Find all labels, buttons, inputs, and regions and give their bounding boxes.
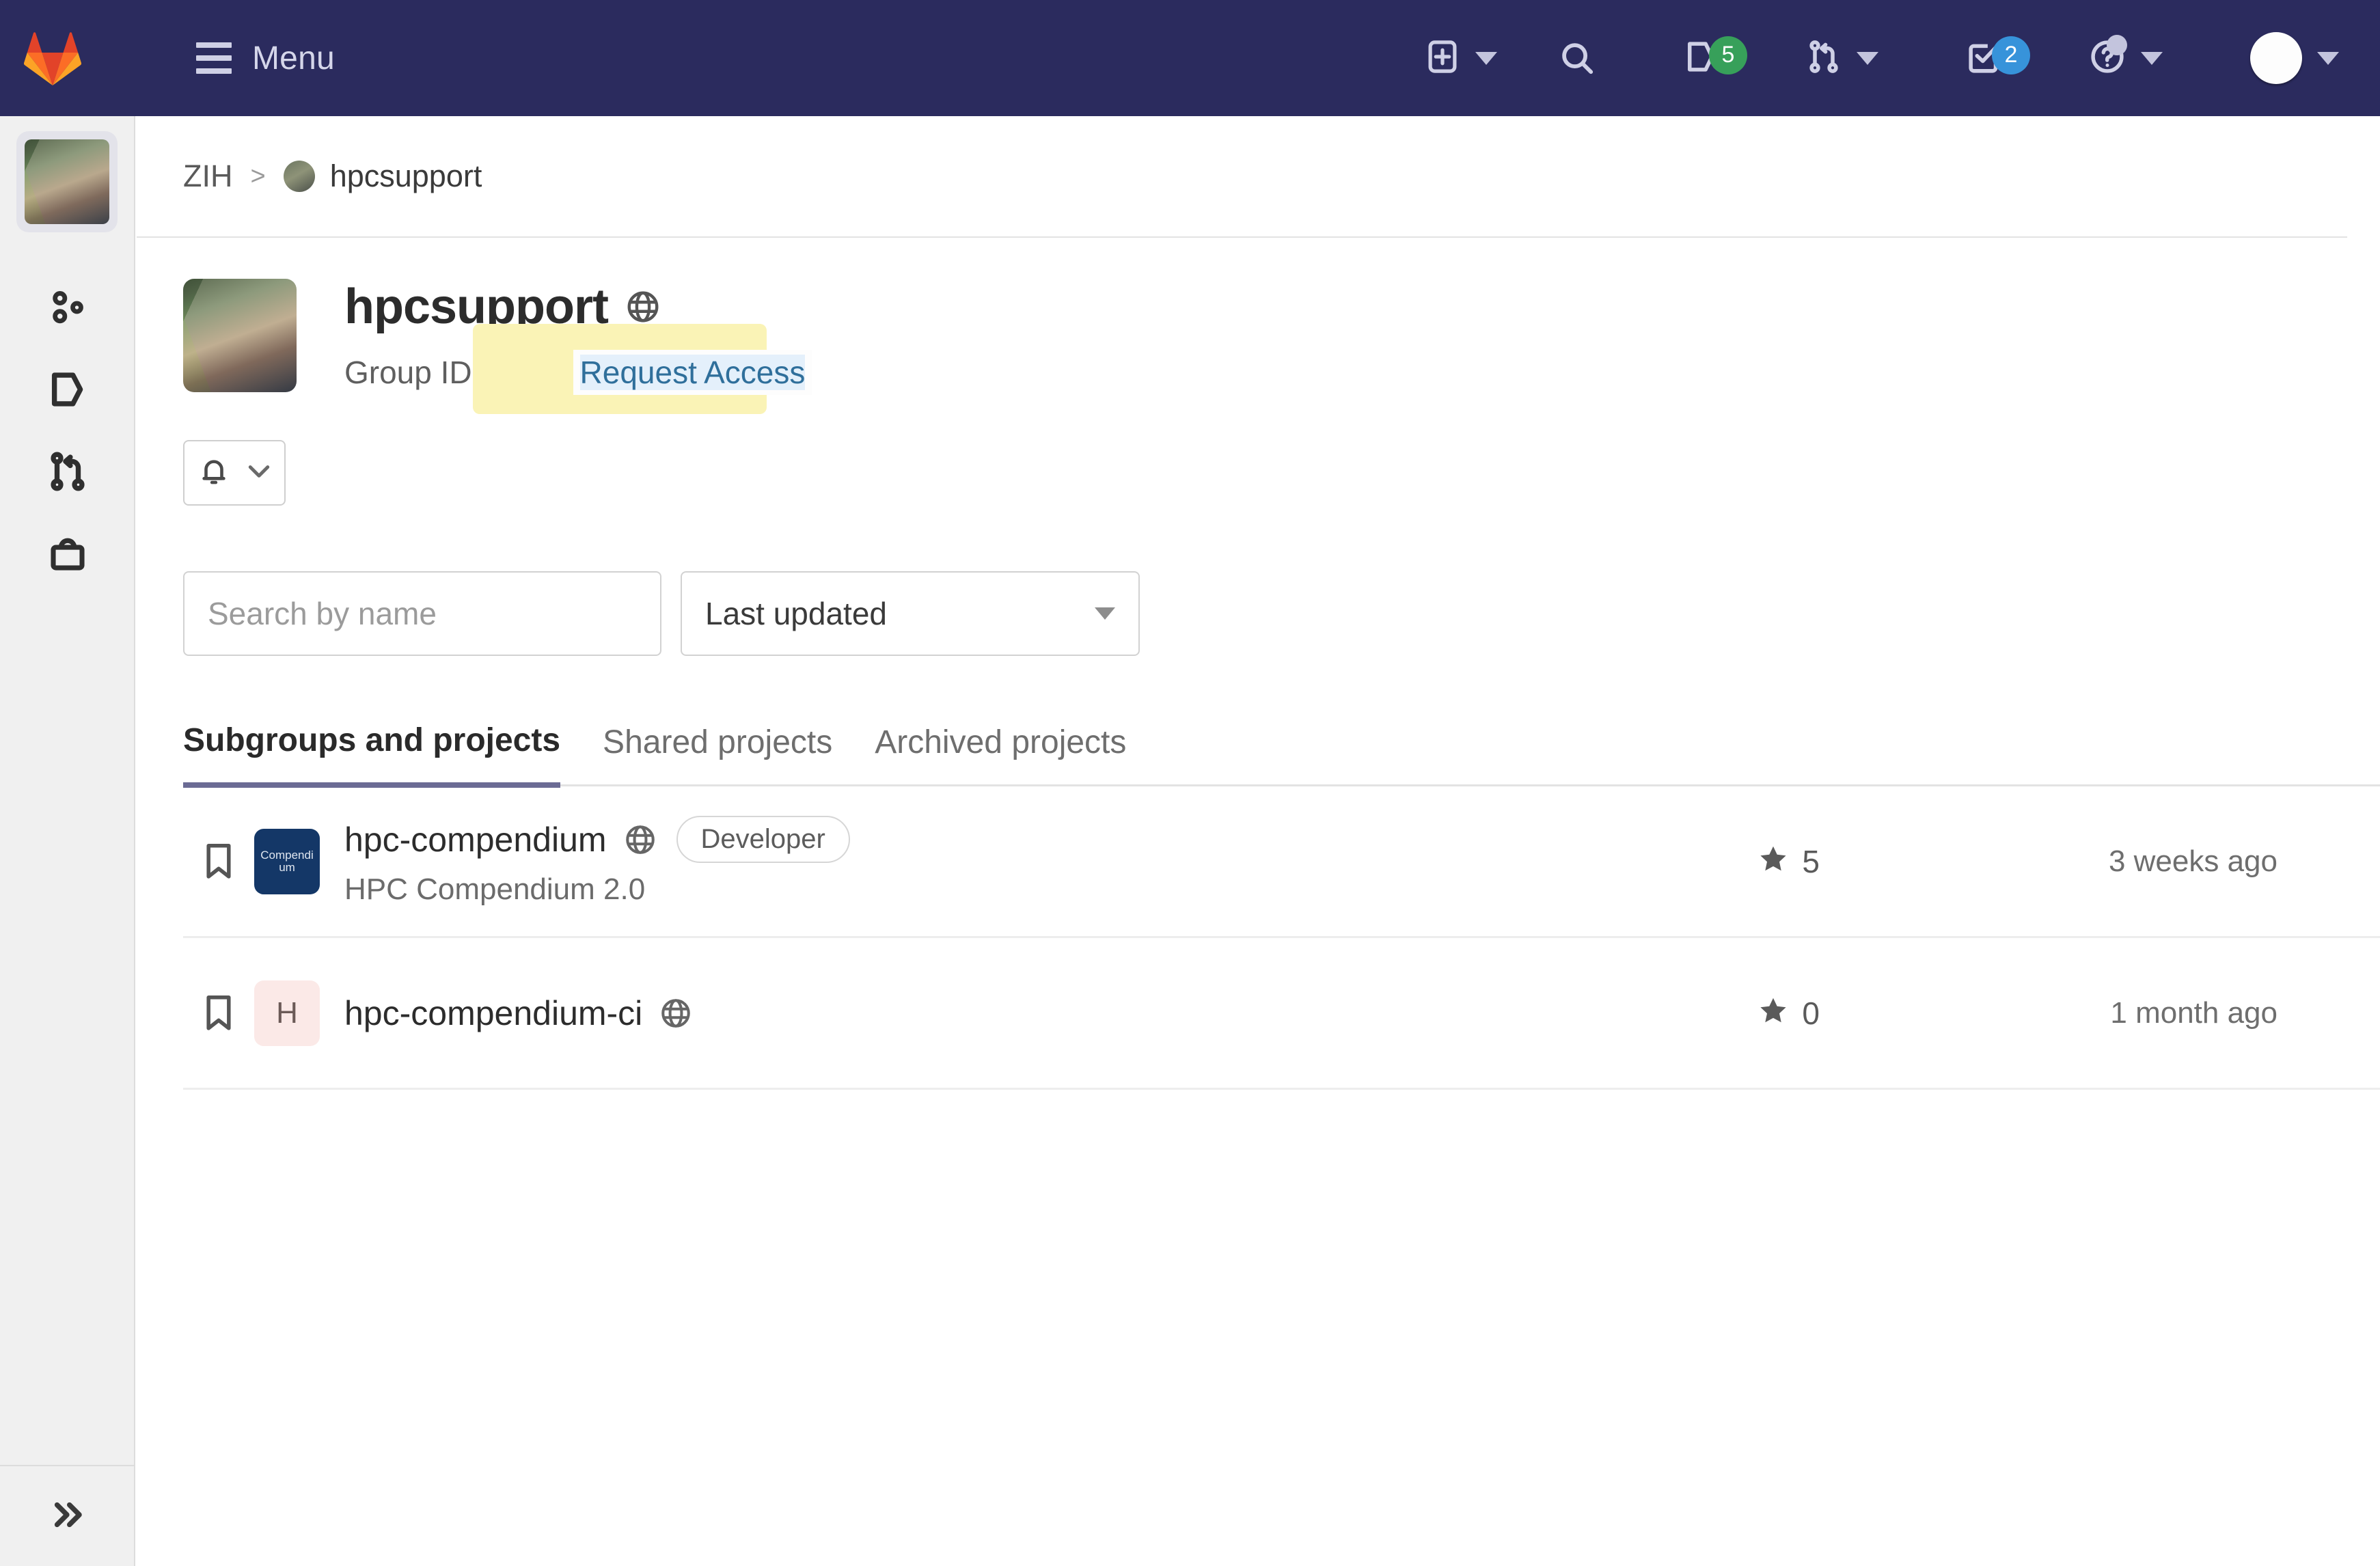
group-avatar-image [25,139,109,224]
main-menu-button[interactable]: Menu [196,40,335,77]
issues-icon [46,368,89,414]
chevron-down-icon [2317,51,2339,65]
breadcrumb-item-current[interactable]: hpcsupport [330,159,482,194]
sidebar-group-avatar[interactable] [16,131,118,232]
sort-selected-label: Last updated [705,596,888,631]
sort-dropdown[interactable]: Last updated [681,571,1140,656]
help-dropdown[interactable] [2089,34,2163,79]
hamburger-icon [196,42,232,74]
last-updated: 1 month ago [2110,995,2278,1030]
project-name-link[interactable]: hpc-compendium-ci [344,993,642,1033]
bookmark-icon[interactable] [183,993,254,1033]
chevron-down-icon [1857,51,1878,65]
todos-count-badge: 2 [1992,36,2030,74]
search-input[interactable] [184,573,660,655]
top-navbar: Menu 5 2 [0,0,2380,116]
globe-icon [623,823,657,857]
star-icon [1757,843,1790,879]
new-item-dropdown[interactable] [1425,39,1497,78]
tab-archived-projects[interactable]: Archived projects [875,724,1126,784]
project-name-link[interactable]: hpc-compendium [344,820,607,860]
sidebar-item-merge-requests[interactable] [0,432,135,514]
menu-label: Menu [252,40,335,77]
table-row[interactable]: Compendium hpc-compendium Developer HPC … [183,786,2380,938]
left-sidebar [0,116,135,1566]
todos-button[interactable]: 2 [1966,36,2030,78]
globe-icon [625,288,661,325]
bell-icon [198,456,230,491]
breadcrumb-item-root[interactable]: ZIH [183,159,233,194]
last-updated: 3 weeks ago [2108,844,2278,878]
globe-icon [659,996,693,1030]
search-input-wrapper [183,571,661,656]
star-count: 0 [1802,995,1820,1031]
gitlab-logo-icon[interactable] [15,31,90,85]
plus-square-icon [1425,39,1460,78]
issues-button[interactable]: 5 [1683,36,1747,78]
project-avatar: Compendium [254,828,320,894]
project-description: HPC Compendium 2.0 [344,873,646,906]
tab-shared-projects[interactable]: Shared projects [603,724,832,784]
filter-bar: Last updated [183,571,2380,656]
role-badge: Developer [676,816,850,863]
breadcrumb-group-avatar [283,161,315,192]
merge-requests-dropdown[interactable] [1806,39,1878,78]
bookmark-icon[interactable] [183,842,254,881]
tab-subgroups-and-projects[interactable]: Subgroups and projects [183,722,561,788]
navbar-right-actions: 5 2 [1425,32,2380,84]
chevron-down-icon [247,464,271,482]
main-content: ZIH > hpcsupport hpcsupport Group ID: 47… [137,116,2380,1566]
request-access-link[interactable]: Request Access [579,355,806,390]
breadcrumb-separator: > [250,161,266,191]
chevron-down-icon [2141,51,2163,65]
sidebar-item-subgroups[interactable] [0,268,135,350]
star-count-group[interactable]: 5 [1757,843,1820,880]
star-icon [1757,995,1790,1031]
sidebar-expand-button[interactable] [0,1465,134,1566]
group-avatar [183,279,297,392]
group-header: hpcsupport Group ID: 4749 Request Access [137,238,2380,414]
notification-settings-button[interactable] [183,440,286,506]
group-hierarchy-icon [47,287,88,331]
notification-dot-icon [2107,34,2127,55]
chevron-down-icon [1095,607,1115,620]
search-icon[interactable] [1559,40,1596,77]
merge-request-icon [1806,39,1842,78]
star-count-group[interactable]: 0 [1757,995,1820,1032]
avatar [2250,32,2302,84]
user-menu-dropdown[interactable] [2250,32,2339,84]
breadcrumb: ZIH > hpcsupport [137,116,2347,238]
sidebar-item-issues[interactable] [0,350,135,432]
sidebar-item-packages[interactable] [0,514,135,596]
package-icon [47,533,88,577]
project-avatar: H [254,980,320,1046]
chevron-double-right-icon [47,1495,87,1538]
table-row[interactable]: H hpc-compendium-ci 0 1 month ago [183,938,2380,1090]
project-tabs: Subgroups and projects Shared projects A… [183,722,2380,788]
issues-count-badge: 5 [1709,36,1747,74]
star-count: 5 [1802,843,1820,879]
merge-request-icon [46,450,89,496]
chevron-down-icon [1475,51,1497,65]
